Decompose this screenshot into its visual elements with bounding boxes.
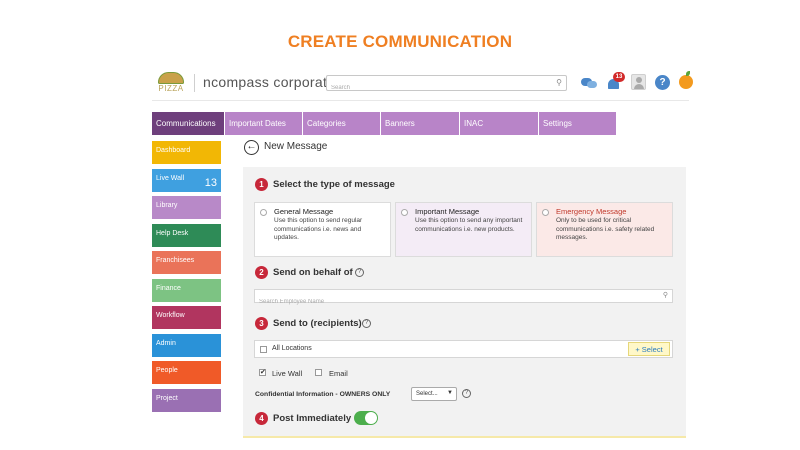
- sidebar-item-live-wall[interactable]: Live Wall 13: [152, 168, 221, 192]
- sidebar-item-workflow[interactable]: Workflow: [152, 306, 221, 329]
- message-type-general[interactable]: General Message Use this option to send …: [254, 202, 391, 257]
- sidebar-item-project[interactable]: Project: [152, 388, 221, 412]
- fruit-app-icon[interactable]: [679, 71, 693, 89]
- email-checkbox[interactable]: [315, 369, 322, 376]
- help-question-icon[interactable]: ?: [355, 268, 364, 277]
- sidebar-item-library[interactable]: Library: [152, 196, 221, 219]
- all-locations-label: All Locations: [272, 345, 312, 352]
- tab-inac[interactable]: INAC: [460, 112, 539, 135]
- option-description: Use this option to send any important co…: [415, 217, 523, 233]
- option-description: Use this option to send regular communic…: [274, 217, 363, 241]
- sidebar-item-admin[interactable]: Admin: [152, 333, 221, 357]
- chevron-down-icon: ▼: [447, 390, 453, 396]
- search-icon[interactable]: ⚲: [556, 78, 562, 87]
- employee-search-input[interactable]: [255, 296, 635, 308]
- step-number-badge: 4: [255, 412, 268, 425]
- option-title: General Message: [274, 207, 334, 216]
- option-title: Important Message: [415, 207, 480, 216]
- sidebar-item-finance[interactable]: Finance: [152, 278, 221, 302]
- sidebar-item-label: Help Desk: [156, 229, 189, 237]
- help-question-icon[interactable]: ?: [462, 389, 471, 398]
- post-immediately-toggle[interactable]: [354, 411, 378, 425]
- search-box[interactable]: ⚲: [326, 75, 567, 95]
- tab-settings[interactable]: Settings: [539, 112, 616, 135]
- email-label: Email: [329, 369, 348, 378]
- all-locations-checkbox[interactable]: [260, 346, 267, 353]
- locations-row: All Locations + Select: [254, 340, 673, 358]
- header-divider: [194, 74, 195, 92]
- sidebar-item-help-desk[interactable]: Help Desk: [152, 223, 221, 247]
- page-heading: CREATE COMMUNICATION: [287, 32, 513, 51]
- live-wall-checkbox[interactable]: [259, 368, 266, 376]
- option-description: Only to be used for critical communicati…: [556, 217, 655, 241]
- step-title: Send to (recipients): [273, 318, 362, 329]
- tab-banners[interactable]: Banners: [381, 112, 460, 135]
- sidebar-item-label: Live Wall: [156, 174, 185, 182]
- radio-emergency[interactable]: [542, 209, 549, 216]
- sidebar: Dashboard Live Wall 13 Library Help Desk …: [152, 141, 221, 416]
- page-title: New Message: [264, 141, 328, 152]
- sidebar-item-people[interactable]: People: [152, 361, 221, 384]
- sidebar-item-label: Workflow: [156, 312, 185, 319]
- main-tabs: Communications Important Dates Categorie…: [152, 112, 616, 135]
- toggle-knob: [365, 412, 377, 424]
- step-number-badge: 3: [255, 317, 268, 330]
- sidebar-item-label: Franchisees: [156, 257, 195, 264]
- logo-text: PIZZA: [158, 84, 184, 93]
- step-title: Select the type of message: [273, 179, 395, 190]
- search-icon[interactable]: ⚲: [663, 291, 668, 299]
- confidential-select-value: Select...: [416, 391, 438, 397]
- back-arrow-icon[interactable]: ←: [244, 140, 259, 155]
- message-type-important[interactable]: Important Message Use this option to sen…: [395, 202, 532, 257]
- tab-categories[interactable]: Categories: [303, 112, 381, 135]
- employee-search-field[interactable]: ⚲: [254, 289, 673, 308]
- tab-important-dates[interactable]: Important Dates: [225, 112, 303, 135]
- chat-icon[interactable]: [580, 74, 598, 92]
- step-title: Send on behalf of: [273, 267, 353, 278]
- radio-important[interactable]: [401, 209, 408, 216]
- message-type-emergency[interactable]: Emergency Message Only to be used for cr…: [536, 202, 673, 257]
- message-form: 1 Select the type of message General Mes…: [243, 167, 686, 437]
- confidential-label: Confidential Information - OWNERS ONLY: [255, 391, 391, 398]
- sidebar-item-label: Finance: [156, 284, 181, 292]
- brand-name: ncompass corporate: [203, 74, 336, 90]
- option-title: Emergency Message: [556, 207, 627, 216]
- live-wall-label: Live Wall: [272, 369, 303, 378]
- radio-general[interactable]: [260, 209, 267, 216]
- search-input[interactable]: [327, 81, 547, 95]
- logo-graphic: [158, 72, 184, 84]
- help-icon[interactable]: ?: [655, 75, 670, 90]
- notification-badge: 13: [613, 72, 625, 82]
- sidebar-item-franchisees[interactable]: Franchisees: [152, 251, 221, 274]
- sidebar-item-dashboard[interactable]: Dashboard: [152, 141, 221, 164]
- step-number-badge: 1: [255, 178, 268, 191]
- sidebar-item-label: Project: [156, 394, 178, 402]
- tab-communications[interactable]: Communications: [152, 112, 225, 135]
- form-bottom-bar: [243, 436, 686, 438]
- sidebar-item-label: Library: [156, 202, 178, 209]
- help-question-icon[interactable]: ?: [362, 319, 371, 328]
- confidential-select[interactable]: Select... ▼: [411, 387, 457, 401]
- user-avatar-icon[interactable]: [631, 74, 646, 90]
- sidebar-item-label: Dashboard: [156, 147, 191, 154]
- select-locations-button[interactable]: + Select: [628, 342, 670, 356]
- sidebar-item-label: People: [156, 367, 178, 374]
- live-wall-count: 13: [204, 176, 217, 189]
- step-title: Post Immediately: [273, 413, 352, 424]
- logo[interactable]: PIZZA: [158, 72, 184, 96]
- sidebar-item-label: Admin: [156, 339, 176, 347]
- header-rule: [152, 100, 689, 101]
- step-number-badge: 2: [255, 266, 268, 279]
